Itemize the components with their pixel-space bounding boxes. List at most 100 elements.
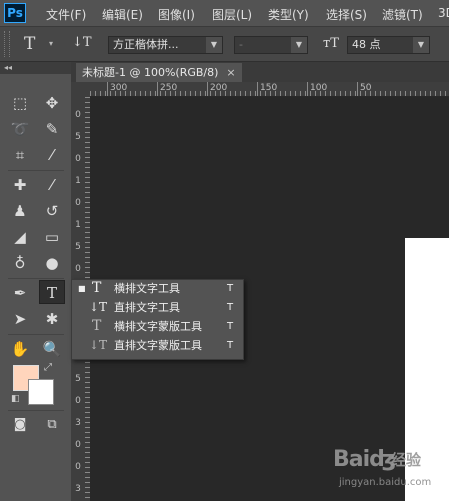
baidu-jingyan-watermark: Baiʤ 经验 jingyan.baidu.com — [333, 447, 449, 501]
tool-separator — [8, 170, 64, 171]
ruler-tick — [85, 252, 90, 253]
tools-panel-collapse[interactable]: ◂◂ — [0, 62, 71, 74]
flyout-item-horizontal-type[interactable]: ■ T 横排文字工具 T — [72, 280, 243, 298]
ruler-tick — [400, 91, 401, 96]
healing-brush-tool-icon[interactable]: ✚ — [7, 173, 33, 197]
pen-tool-icon[interactable]: ✒ — [7, 281, 33, 305]
ruler-label: 200 — [210, 83, 228, 93]
eyedropper-tool-icon[interactable]: ⁄ — [39, 143, 65, 167]
swap-colors-icon[interactable]: ⤢ — [44, 362, 52, 373]
font-size-select[interactable]: 48 点 ▼ — [347, 36, 430, 54]
ruler-tick — [85, 372, 90, 373]
menu-filter[interactable]: 滤镜(T) — [382, 6, 423, 23]
ruler-tick — [85, 107, 90, 108]
ruler-tick — [420, 91, 421, 96]
ruler-tick — [85, 407, 90, 408]
horizontal-type-mask-icon: T — [92, 318, 102, 334]
ruler-tick — [90, 91, 91, 96]
ruler-tick — [430, 91, 431, 96]
menu-edit[interactable]: 编辑(E) — [102, 6, 143, 23]
ruler-label: 0 — [75, 154, 81, 164]
clone-stamp-tool-icon[interactable]: ♟ — [7, 199, 33, 223]
dodge-tool-icon[interactable]: ● — [39, 251, 65, 275]
font-family-value: 方正楷体拼... — [113, 38, 179, 51]
menu-3d[interactable]: 3D — [438, 6, 449, 20]
document-tab[interactable]: 未标题-1 @ 100%(RGB/8) × — [76, 63, 242, 82]
font-style-select[interactable]: - ▼ — [234, 36, 308, 54]
ruler-tick — [395, 91, 396, 96]
ruler-tick — [85, 187, 90, 188]
zoom-tool-icon[interactable]: 🔍 — [39, 337, 65, 361]
ruler-label: 0 — [75, 396, 81, 406]
ruler-tick — [85, 402, 90, 403]
ruler-tick — [85, 462, 90, 463]
menu-image[interactable]: 图像(I) — [158, 6, 195, 23]
ruler-tick — [85, 382, 90, 383]
ruler-tick — [105, 91, 106, 96]
menu-layer[interactable]: 图层(L) — [212, 6, 252, 23]
eraser-tool-icon[interactable]: ◢ — [7, 225, 33, 249]
quick-mask-icon[interactable]: ◙ — [7, 413, 33, 437]
ruler-tick — [85, 137, 90, 138]
options-bar-grip[interactable] — [4, 31, 10, 57]
path-selection-tool-icon[interactable]: ➤ — [7, 307, 33, 331]
ruler-tick — [85, 472, 90, 473]
ruler-tick — [255, 91, 256, 96]
ruler-tick — [85, 437, 90, 438]
ruler-tick — [340, 91, 341, 96]
ruler-tick — [85, 442, 90, 443]
watermark-sub: 经验 — [391, 451, 422, 469]
chevron-down-icon: ▼ — [206, 37, 222, 53]
brush-tool-icon[interactable]: ⁄ — [39, 173, 65, 197]
toggle-text-orientation-icon[interactable]: ↓T — [72, 35, 92, 50]
ruler-label: 0 — [75, 198, 81, 208]
marquee-tool-icon[interactable]: ⬚ — [7, 91, 33, 115]
ruler-tick — [85, 227, 90, 228]
screen-mode-icon[interactable]: ⧉ — [39, 413, 65, 437]
ruler-tick — [85, 452, 90, 453]
selected-bullet-icon: ■ — [78, 284, 86, 293]
ruler-tick — [95, 91, 96, 96]
ruler-tick — [410, 91, 411, 96]
history-brush-tool-icon[interactable]: ↺ — [39, 199, 65, 223]
default-colors-icon[interactable]: ◧ — [11, 394, 20, 404]
ruler-tick — [85, 257, 90, 258]
crop-tool-icon[interactable]: ⌗ — [7, 143, 33, 167]
menu-select[interactable]: 选择(S) — [326, 6, 367, 23]
blur-tool-icon[interactable]: ♁ — [7, 251, 33, 275]
flyout-item-vertical-type[interactable]: ↓T 直排文字工具 T — [72, 299, 243, 317]
ruler-label: 1 — [75, 176, 81, 186]
hand-tool-icon[interactable]: ✋ — [7, 337, 33, 361]
close-icon[interactable]: × — [226, 66, 235, 79]
lasso-tool-icon[interactable]: ➰ — [7, 117, 33, 141]
font-family-select[interactable]: 方正楷体拼... ▼ — [108, 36, 223, 54]
ruler-origin[interactable] — [71, 82, 90, 97]
menu-type[interactable]: 类型(Y) — [268, 6, 309, 23]
ruler-tick — [285, 91, 286, 96]
background-color-swatch[interactable] — [28, 379, 54, 405]
ruler-tick — [85, 172, 90, 173]
type-tool-icon[interactable]: T — [39, 280, 65, 304]
ruler-tick — [290, 91, 291, 96]
menu-file[interactable]: 文件(F) — [46, 6, 86, 23]
ruler-tick — [185, 91, 186, 96]
ruler-tick — [85, 277, 90, 278]
ruler-tick — [85, 132, 90, 133]
flyout-item-horizontal-type-mask[interactable]: T 横排文字蒙版工具 T — [72, 318, 243, 336]
move-tool-icon[interactable]: ✥ — [39, 91, 65, 115]
custom-shape-tool-icon[interactable]: ✱ — [39, 307, 65, 331]
ruler-label: 100 — [310, 83, 328, 93]
ruler-label: 5 — [75, 374, 81, 384]
ruler-tick — [100, 91, 101, 96]
ruler-label: 0 — [75, 110, 81, 120]
quick-selection-tool-icon[interactable]: ✎ — [39, 117, 65, 141]
gradient-tool-icon[interactable]: ▭ — [39, 225, 65, 249]
flyout-item-label: 直排文字蒙版工具 — [114, 339, 202, 352]
preset-dropdown-arrow-icon[interactable]: ▾ — [49, 39, 53, 48]
type-tool-preset-icon[interactable]: T — [24, 34, 35, 54]
photoshop-logo: Ps — [4, 3, 26, 23]
ruler-major-tick — [257, 82, 258, 96]
horizontal-ruler[interactable]: 300 250 200 150 100 50 — [90, 82, 449, 97]
flyout-item-vertical-type-mask[interactable]: ↓T 直排文字蒙版工具 T — [72, 337, 243, 355]
ruler-tick — [85, 127, 90, 128]
